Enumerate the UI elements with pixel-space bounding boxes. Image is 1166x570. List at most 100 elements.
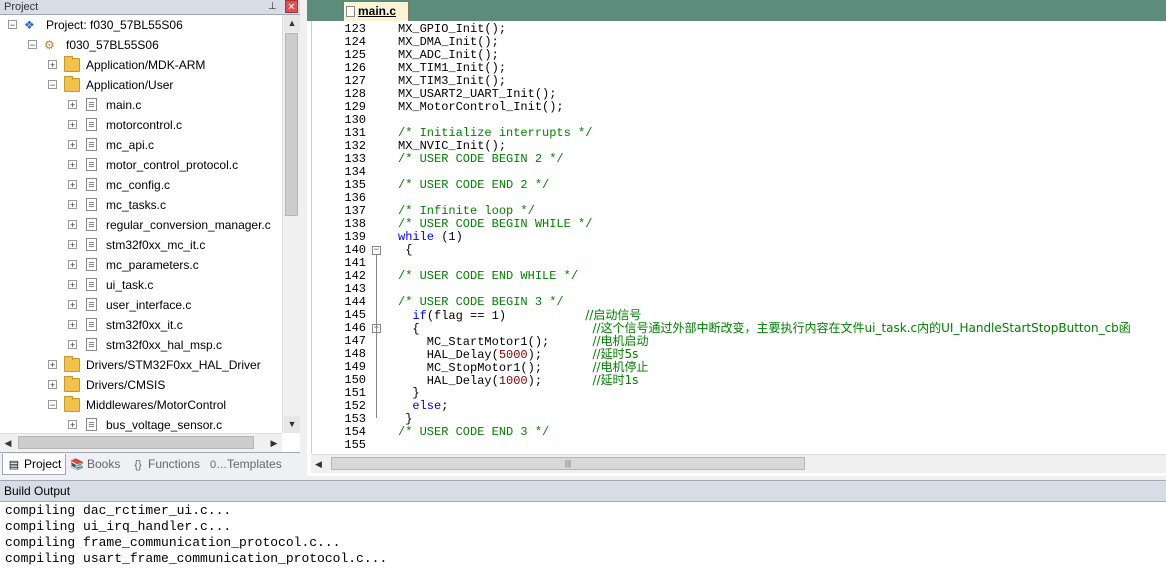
expand-icon[interactable]: +: [68, 300, 77, 310]
code-line[interactable]: 155: [312, 439, 1166, 452]
editor: main.c 123 MX_GPIO_Init(); 124 MX_DMA_Init(…: [307, 0, 1166, 476]
open-folder-icon: [64, 76, 80, 92]
code-token: //电机停止: [592, 360, 649, 374]
project-pane-title: Project: [4, 1, 39, 13]
code-line[interactable]: 152 else;: [312, 400, 1166, 413]
c-file-icon: [86, 178, 97, 191]
code-line[interactable]: 142/* USER CODE END WHILE */: [312, 270, 1166, 283]
tab-label: Functions: [148, 457, 201, 471]
c-file-icon: [86, 138, 97, 151]
scroll-up-icon[interactable]: ▲: [284, 15, 300, 32]
expand-icon[interactable]: +: [68, 280, 77, 290]
expand-icon[interactable]: +: [68, 340, 77, 350]
code-line[interactable]: 146− { //这个信号通过外部中断改变，主要执行内容在文件ui_task.c…: [312, 322, 1166, 336]
code-token: //延时5s: [592, 347, 639, 361]
tab-templates[interactable]: 0…Templates: [210, 454, 282, 475]
tree-item-label: stm32f0xx_hal_msp.c: [106, 338, 223, 352]
tab-main-c[interactable]: main.c: [343, 1, 410, 21]
tab-books[interactable]: 📚 Books: [70, 454, 120, 475]
code-line[interactable]: 140− {: [312, 244, 1166, 257]
code-token: //延时1s: [592, 373, 639, 387]
code-line[interactable]: 149 MC_StopMotor1(); //电机停止: [312, 360, 1166, 375]
collapse-icon[interactable]: −: [48, 80, 57, 90]
close-pane-button[interactable]: ✕: [285, 0, 298, 13]
expand-icon[interactable]: +: [68, 320, 77, 330]
expand-icon[interactable]: +: [48, 60, 57, 70]
templates-icon: 0…: [210, 459, 228, 471]
build-output[interactable]: compiling dac_rctimer_ui.c... compiling u…: [0, 502, 1166, 570]
tree-item-label: motor_control_protocol.c: [106, 158, 239, 172]
tree-horizontal-scrollbar[interactable]: ◀ ▶: [0, 433, 282, 452]
tab-label: Project: [24, 457, 62, 471]
code-line[interactable]: 133/* USER CODE BEGIN 2 */: [312, 153, 1166, 166]
code-line[interactable]: 154/* USER CODE END 3 */: [312, 426, 1166, 439]
code-token: MC_StopMotor1();: [398, 361, 593, 375]
tab-project[interactable]: ▤ Project: [2, 454, 67, 475]
code-line[interactable]: 148 HAL_Delay(5000); //延时5s: [312, 347, 1166, 362]
scroll-down-icon[interactable]: ▼: [284, 416, 300, 433]
expand-icon[interactable]: +: [68, 260, 77, 270]
tree-vertical-scrollbar[interactable]: ▲ ▼: [282, 15, 301, 433]
code-token: 1000: [498, 374, 528, 388]
expand-icon[interactable]: +: [68, 180, 77, 190]
collapse-icon[interactable]: −: [48, 400, 57, 410]
code-token: MX_USART2_UART_Init();: [398, 87, 557, 101]
tree-item-label: stm32f0xx_it.c: [106, 318, 183, 332]
code-text: MX_MotorControl_Init();: [398, 101, 564, 114]
code-token: /* USER CODE BEGIN 2 */: [398, 152, 564, 166]
expand-icon[interactable]: +: [68, 420, 77, 430]
collapse-icon[interactable]: −: [8, 20, 17, 30]
expand-icon[interactable]: +: [48, 360, 57, 370]
project-icon: ❖: [24, 18, 35, 32]
expand-icon[interactable]: +: [48, 380, 57, 390]
code-token: /* USER CODE END 3 */: [398, 425, 550, 439]
scroll-thumb[interactable]: |||: [331, 457, 805, 470]
project-tree[interactable]: − ❖ Project: f030_57BL55S06− ⚙ f030_57BL55S0…: [0, 15, 282, 433]
pin-icon[interactable]: ⊥: [268, 1, 278, 12]
code-line[interactable]: 129 MX_MotorControl_Init();: [312, 101, 1166, 114]
code-token: {: [398, 322, 593, 336]
tab-label: Books: [87, 457, 121, 471]
code-token: MX_MotorControl_Init();: [398, 100, 564, 114]
code-line[interactable]: 150 HAL_Delay(1000); //延时1s: [312, 373, 1166, 388]
code-line[interactable]: 135/* USER CODE END 2 */: [312, 179, 1166, 192]
c-file-icon: [86, 158, 97, 171]
scroll-left-icon[interactable]: ◀: [0, 435, 16, 451]
code-area[interactable]: 123 MX_GPIO_Init(); 124 MX_DMA_Init(); 125 MX…: [311, 21, 1166, 453]
code-text: HAL_Delay(1000); //延时1s: [398, 373, 639, 388]
tab-functions[interactable]: {} Functions: [131, 454, 200, 475]
expand-icon[interactable]: +: [68, 200, 77, 210]
code-text: {: [398, 244, 412, 257]
open-folder-icon: [64, 396, 80, 412]
scroll-right-icon[interactable]: ▶: [266, 435, 282, 451]
expand-icon[interactable]: +: [68, 100, 77, 110]
expand-icon[interactable]: +: [68, 240, 77, 250]
expand-icon[interactable]: +: [68, 120, 77, 130]
tab-label: Templates: [227, 457, 282, 471]
project-pane: Project ⊥ ✕ − ❖ Project: f030_57BL55S06− ⚙ f…: [0, 0, 301, 477]
scroll-thumb[interactable]: [285, 33, 298, 216]
code-token: }: [398, 412, 413, 426]
expand-icon[interactable]: +: [68, 160, 77, 170]
collapse-icon[interactable]: −: [28, 40, 37, 50]
expand-icon[interactable]: +: [68, 220, 77, 230]
expand-icon[interactable]: +: [68, 140, 77, 150]
code-token: MC_StartMotor1();: [398, 335, 593, 349]
project-icon: ▤: [8, 459, 20, 471]
tree-item-label: Project: f030_57BL55S06: [46, 18, 183, 32]
build-output-line: compiling usart_frame_communication_prot…: [5, 551, 388, 566]
code-token: MX_ADC_Init();: [398, 48, 499, 62]
code-line[interactable]: 144/* USER CODE BEGIN 3 */: [312, 296, 1166, 309]
scroll-thumb[interactable]: [18, 436, 254, 449]
fold-toggle-icon[interactable]: −: [372, 246, 381, 255]
code-line[interactable]: 147 MC_StartMotor1(); //电机启动: [312, 335, 1166, 349]
tree-item-label: mc_api.c: [106, 138, 155, 152]
editor-horizontal-scrollbar[interactable]: ◀ |||: [311, 454, 1166, 473]
target-icon: ⚙: [44, 38, 55, 52]
build-output-line: compiling frame_communication_protocol.c…: [5, 535, 341, 550]
scroll-left-icon[interactable]: ◀: [315, 456, 322, 472]
code-line[interactable]: 139 while (1): [312, 231, 1166, 244]
books-icon: 📚: [70, 459, 84, 471]
